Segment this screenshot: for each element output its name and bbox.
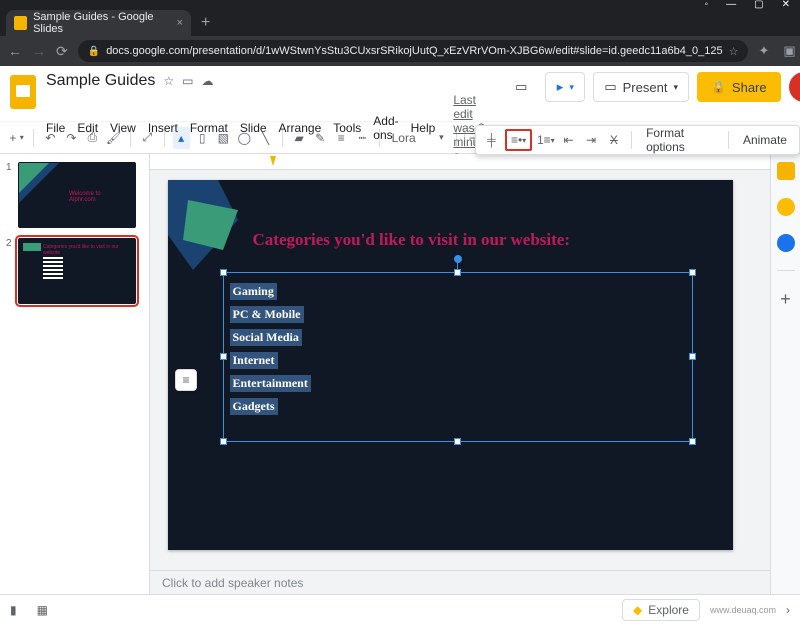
maximize-icon[interactable]: ▢ (754, 0, 763, 10)
new-slide-button[interactable]: + ▾ (8, 127, 25, 149)
explore-icon: ◆ (633, 603, 642, 617)
hide-side-panel-icon[interactable]: › (786, 603, 790, 617)
overflow-toolbar: ╪ ≡•▾ 1≡▾ ⇤ ⇥ X Format options Animate (475, 125, 800, 155)
tab-title: Sample Guides - Google Slides (33, 11, 176, 35)
menu-insert[interactable]: Insert (148, 121, 178, 135)
slide-thumbnail-1[interactable]: Welcome toAlphr.com (18, 162, 136, 228)
list-item: Entertainment (230, 375, 311, 392)
tab-close-icon[interactable]: × (177, 17, 183, 29)
comment-icon: ▭ (515, 79, 527, 95)
grid-view-icon[interactable]: ▦ (37, 603, 48, 617)
workspace: 1 Welcome toAlphr.com 2 Categories you'd… (0, 154, 800, 594)
forward-icon: → (32, 43, 46, 59)
speaker-notes[interactable]: Click to add speaker notes (150, 570, 770, 594)
minimize-icon[interactable]: — (726, 0, 736, 10)
user-avatar[interactable]: a (789, 72, 800, 102)
doc-title[interactable]: Sample Guides (46, 72, 155, 90)
slides-logo-icon[interactable] (10, 72, 36, 112)
slides-header: Sample Guides ☆ ▭ ☁ File Edit View Inser… (0, 66, 800, 122)
slides-favicon-icon (14, 16, 27, 30)
status-bar: ▮ ▦ ◆ Explore www.deuaq.com › (0, 594, 800, 624)
extensions-icon[interactable]: ✦ (758, 43, 769, 59)
line-spacing-button[interactable]: ╪ (482, 129, 501, 151)
explore-button[interactable]: ◆ Explore (622, 599, 700, 621)
comments-button[interactable]: ▭ (505, 72, 537, 102)
browser-tab-strip: Sample Guides - Google Slides × + (0, 8, 800, 36)
menu-addons[interactable]: Add-ons (373, 114, 398, 142)
back-icon[interactable]: ← (8, 43, 22, 59)
window-controls: ◦ — ▢ ✕ (0, 0, 800, 8)
move-doc-icon[interactable]: ▭ (182, 74, 193, 88)
slideshow-button[interactable]: ▸▾ (545, 72, 585, 102)
list-item: PC & Mobile (230, 306, 304, 323)
filmstrip-view-icon[interactable]: ▮ (10, 603, 17, 617)
url-text: docs.google.com/presentation/d/1wWStwnYs… (106, 45, 722, 57)
present-button[interactable]: ▭ Present ▾ (593, 72, 689, 102)
bulleted-list-button[interactable]: ≡•▾ (505, 129, 533, 151)
present-icon: ▭ (604, 79, 616, 95)
notes-placeholder: Click to add speaker notes (162, 576, 303, 590)
browser-address-bar: ← → ⟳ 🔒 docs.google.com/presentation/d/1… (0, 36, 800, 66)
thumb-number: 1 (6, 162, 14, 228)
menu-help[interactable]: Help (411, 121, 436, 135)
url-input[interactable]: 🔒 docs.google.com/presentation/d/1wWStwn… (78, 40, 749, 62)
slide-shape-icon (168, 180, 258, 275)
lock-share-icon: 🔒 (711, 80, 726, 94)
star-doc-icon[interactable]: ☆ (163, 74, 174, 88)
menu-arrange[interactable]: Arrange (279, 121, 322, 135)
close-window-icon[interactable]: ✕ (782, 0, 790, 10)
add-addon-icon[interactable]: + (780, 289, 791, 310)
lock-icon: 🔒 (88, 46, 100, 57)
slide-title-text[interactable]: Categories you'd like to visit in our we… (253, 230, 570, 250)
dot-icon: ◦ (705, 0, 709, 10)
slide-canvas[interactable]: Categories you'd like to visit in our we… (168, 180, 733, 550)
cast-icon[interactable]: ▣ (783, 43, 795, 59)
list-item: Social Media (230, 329, 302, 346)
list-item: Internet (230, 352, 278, 369)
menu-view[interactable]: View (110, 121, 136, 135)
floating-alignment-menu[interactable]: ≡ (175, 369, 197, 391)
clear-formatting-button[interactable]: X (605, 129, 624, 151)
numbered-list-button[interactable]: 1≡▾ (536, 129, 555, 151)
slide-thumbnail-2[interactable]: Categories you'd like to visit in our we… (18, 238, 136, 304)
menu-tools[interactable]: Tools (333, 121, 361, 135)
list-item: Gaming (230, 283, 277, 300)
new-tab-button[interactable]: + (191, 10, 220, 36)
reload-icon[interactable]: ⟳ (56, 43, 68, 60)
menu-slide[interactable]: Slide (240, 121, 267, 135)
menu-edit[interactable]: Edit (77, 121, 98, 135)
side-panel: + (770, 154, 800, 594)
horizontal-ruler (150, 154, 770, 170)
format-options-button[interactable]: Format options (640, 126, 720, 154)
calendar-icon[interactable] (777, 162, 795, 180)
share-button[interactable]: 🔒 Share (697, 72, 781, 102)
star-icon[interactable]: ☆ (729, 45, 739, 58)
selected-textbox[interactable]: Gaming PC & Mobile Social Media Internet… (223, 272, 693, 442)
thumb-number: 2 (6, 238, 14, 304)
slide-thumbnail-panel: 1 Welcome toAlphr.com 2 Categories you'd… (0, 154, 150, 594)
cloud-status-icon[interactable]: ☁ (202, 74, 214, 88)
keep-icon[interactable] (777, 198, 795, 216)
menu-format[interactable]: Format (190, 121, 228, 135)
tasks-icon[interactable] (777, 234, 795, 252)
text-content[interactable]: Gaming PC & Mobile Social Media Internet… (224, 273, 692, 425)
browser-tab[interactable]: Sample Guides - Google Slides × (6, 10, 191, 36)
canvas-area: Categories you'd like to visit in our we… (150, 154, 770, 594)
menu-file[interactable]: File (46, 121, 65, 135)
decrease-indent-button[interactable]: ⇤ (559, 129, 578, 151)
list-item: Gadgets (230, 398, 278, 415)
increase-indent-button[interactable]: ⇥ (582, 129, 601, 151)
animate-button[interactable]: Animate (737, 133, 793, 147)
slideshow-icon: ▸ (557, 79, 564, 95)
menu-bar: File Edit View Insert Format Slide Arran… (46, 93, 495, 163)
watermark-text: www.deuaq.com (710, 605, 776, 615)
